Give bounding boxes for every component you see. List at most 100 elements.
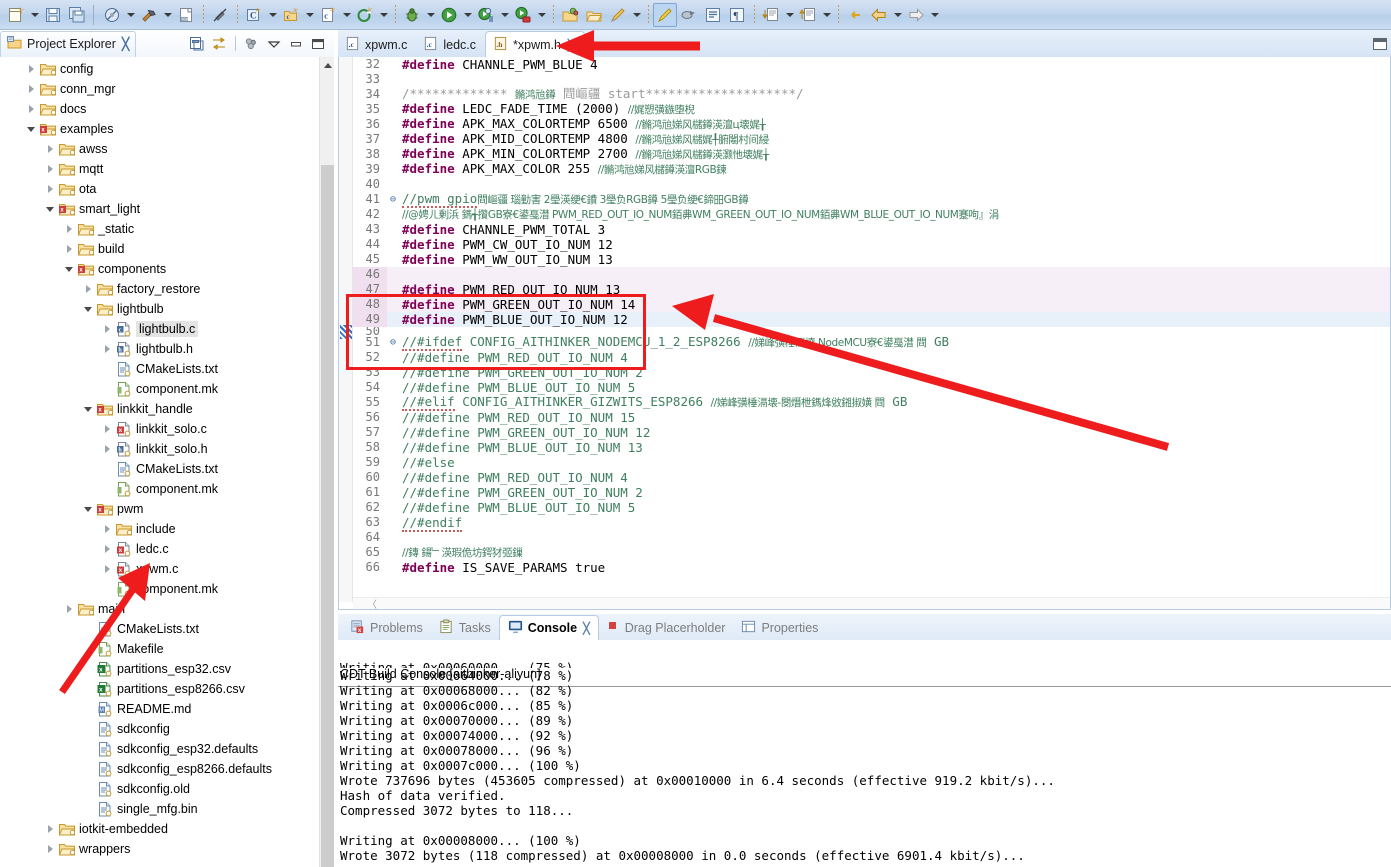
tree-item-sdkconfig[interactable]: sdkconfig — [0, 719, 334, 739]
next-annotation-icon[interactable] — [759, 3, 783, 27]
save-all-icon[interactable] — [65, 3, 89, 27]
maximize-editor-icon[interactable] — [1373, 38, 1387, 50]
chevron-right-icon[interactable] — [61, 601, 77, 617]
tree-item-smart-light[interactable]: x smart_light — [0, 199, 334, 219]
tree-item-partitions-esp32-csv[interactable]: x partitions_esp32.csv — [0, 659, 334, 679]
tree-item-lightbulb-c[interactable]: c lightbulb.c — [0, 319, 334, 339]
source-code-text[interactable]: 32 #define CHANNLE_PWM_BLUE 4 33 34/*******… — [353, 57, 1390, 597]
run-dropdown-icon[interactable] — [461, 3, 474, 27]
project-explorer-tab[interactable]: Project Explorer ╳ — [0, 30, 137, 57]
build-dropdown-icon[interactable] — [161, 3, 174, 27]
format-brush-dropdown-icon[interactable] — [630, 3, 643, 27]
chevron-right-icon[interactable] — [99, 521, 115, 537]
tree-item-components[interactable]: x components — [0, 259, 334, 279]
tree-item-linkkit-solo-h[interactable]: h linkkit_solo.h — [0, 439, 334, 459]
tree-item-docs[interactable]: docs — [0, 99, 334, 119]
back-icon[interactable] — [867, 3, 891, 27]
open-resource-icon[interactable] — [582, 3, 606, 27]
project-explorer-scrollbar[interactable] — [319, 57, 335, 867]
project-explorer-tree-container[interactable]: config conn_mgr docs x examples awss mqtt ota x s… — [0, 57, 334, 867]
tree-item-awss[interactable]: awss — [0, 139, 334, 159]
tree-item-readme-md[interactable]: M README.md — [0, 699, 334, 719]
editor-tab--xpwm-h[interactable]: .h *xpwm.h ╳ — [485, 31, 585, 58]
tree-item-lightbulb[interactable]: lightbulb — [0, 299, 334, 319]
new-cpp-project-dropdown-icon[interactable] — [303, 3, 316, 27]
highlighter-icon[interactable] — [653, 2, 677, 27]
fold-collapse-icon[interactable]: ⊖ — [387, 192, 399, 207]
tree-item-component-mk[interactable]: component.mk — [0, 479, 334, 499]
forward-icon[interactable] — [904, 3, 928, 27]
new-file-icon[interactable] — [4, 3, 28, 27]
console-tab-problems[interactable]: x Problems — [342, 616, 431, 640]
new-cpp-project-icon[interactable]: c — [279, 3, 303, 27]
tree-item-sdkconfig-old[interactable]: sdkconfig.old — [0, 779, 334, 799]
chevron-right-icon[interactable] — [99, 341, 115, 357]
new-class-dropdown-icon[interactable] — [377, 3, 390, 27]
skip-breakpoints-dropdown-icon[interactable] — [124, 3, 137, 27]
tree-item-wrappers[interactable]: wrappers — [0, 839, 334, 859]
toggle-marker-icon[interactable] — [208, 3, 232, 27]
console-tab-drag-placerholder[interactable]: Drag Placerholder — [599, 616, 734, 640]
chevron-right-icon[interactable] — [42, 181, 58, 197]
collapse-all-icon[interactable] — [187, 34, 207, 54]
chevron-right-icon[interactable] — [42, 841, 58, 857]
chevron-right-icon[interactable] — [99, 541, 115, 557]
tree-item-component-mk[interactable]: component.mk — [0, 579, 334, 599]
tree-item-component-mk[interactable]: component.mk — [0, 379, 334, 399]
tree-item-cmakelists-txt[interactable]: CMakeLists.txt — [0, 359, 334, 379]
next-annotation-dropdown-icon[interactable] — [783, 3, 796, 27]
skip-breakpoints-icon[interactable] — [100, 3, 124, 27]
tree-item-cmakelists-txt[interactable]: CMakeLists.txt — [0, 619, 334, 639]
chevron-right-icon[interactable] — [61, 221, 77, 237]
scroll-left-icon[interactable]: 〈 — [367, 596, 377, 609]
tree-item-linkkit-solo-c[interactable]: x linkkit_solo.c — [0, 419, 334, 439]
chevron-right-icon[interactable] — [42, 821, 58, 837]
close-icon[interactable]: ╳ — [568, 39, 575, 52]
tree-item-sdkconfig-esp32-defaults[interactable]: sdkconfig_esp32.defaults — [0, 739, 334, 759]
editor-tab-ledc-c[interactable]: .c ledc.c — [416, 32, 485, 58]
close-icon[interactable]: ╳ — [122, 37, 129, 51]
chevron-right-icon[interactable] — [42, 161, 58, 177]
console-tab-tasks[interactable]: Tasks — [431, 616, 499, 640]
tree-item-cmakelists-txt[interactable]: CMakeLists.txt — [0, 459, 334, 479]
chevron-down-icon[interactable] — [23, 121, 39, 137]
tree-item-build[interactable]: build — [0, 239, 334, 259]
run-icon[interactable] — [437, 3, 461, 27]
chevron-down-icon[interactable] — [61, 261, 77, 277]
toggle-block-selection-icon[interactable] — [701, 3, 725, 27]
build-hammer-icon[interactable] — [137, 3, 161, 27]
fold-collapse-icon[interactable]: ⊖ — [387, 335, 399, 350]
tree-item-lightbulb-h[interactable]: h lightbulb.h — [0, 339, 334, 359]
tree-item-examples[interactable]: x examples — [0, 119, 334, 139]
run-external-tools-icon[interactable] — [511, 3, 535, 27]
tree-item-partitions-esp8266-csv[interactable]: x partitions_esp8266.csv — [0, 679, 334, 699]
close-icon[interactable]: ╳ — [583, 622, 590, 635]
run-external-tools-dropdown-icon[interactable] — [535, 3, 548, 27]
editor-tab-xpwm-c[interactable]: .c xpwm.c — [338, 32, 416, 58]
editor-marker-bar[interactable] — [339, 57, 353, 602]
chevron-right-icon[interactable] — [99, 561, 115, 577]
run-history-dropdown-icon[interactable] — [498, 3, 511, 27]
tree-item-sdkconfig-esp8266-defaults[interactable]: sdkconfig_esp8266.defaults — [0, 759, 334, 779]
tree-item-iotkit-embedded[interactable]: iotkit-embedded — [0, 819, 334, 839]
chevron-right-icon[interactable] — [61, 241, 77, 257]
scrollbar-track[interactable] — [321, 165, 335, 867]
minimize-view-icon[interactable] — [286, 34, 306, 54]
tree-item-include[interactable]: include — [0, 519, 334, 539]
chevron-right-icon[interactable] — [23, 61, 39, 77]
chevron-down-icon[interactable] — [80, 401, 96, 417]
view-menu-icon[interactable] — [264, 34, 284, 54]
link-with-editor-icon[interactable] — [209, 34, 229, 54]
tree-item-mqtt[interactable]: mqtt — [0, 159, 334, 179]
console-tab-console[interactable]: Console ╳ — [498, 615, 599, 640]
chevron-right-icon[interactable] — [23, 81, 39, 97]
console-output[interactable]: Writing at 0x00060000... (75 %) Writing a… — [340, 660, 1391, 867]
tree-item--static[interactable]: _static — [0, 219, 334, 239]
debug-bug-icon[interactable] — [400, 3, 424, 27]
new-c-file-icon[interactable]: c — [316, 3, 340, 27]
new-c-file-dropdown-icon[interactable] — [340, 3, 353, 27]
new-class-icon[interactable] — [353, 3, 377, 27]
tree-item-ota[interactable]: ota — [0, 179, 334, 199]
tree-item-pwm[interactable]: x pwm — [0, 499, 334, 519]
back-dropdown-icon[interactable] — [891, 3, 904, 27]
